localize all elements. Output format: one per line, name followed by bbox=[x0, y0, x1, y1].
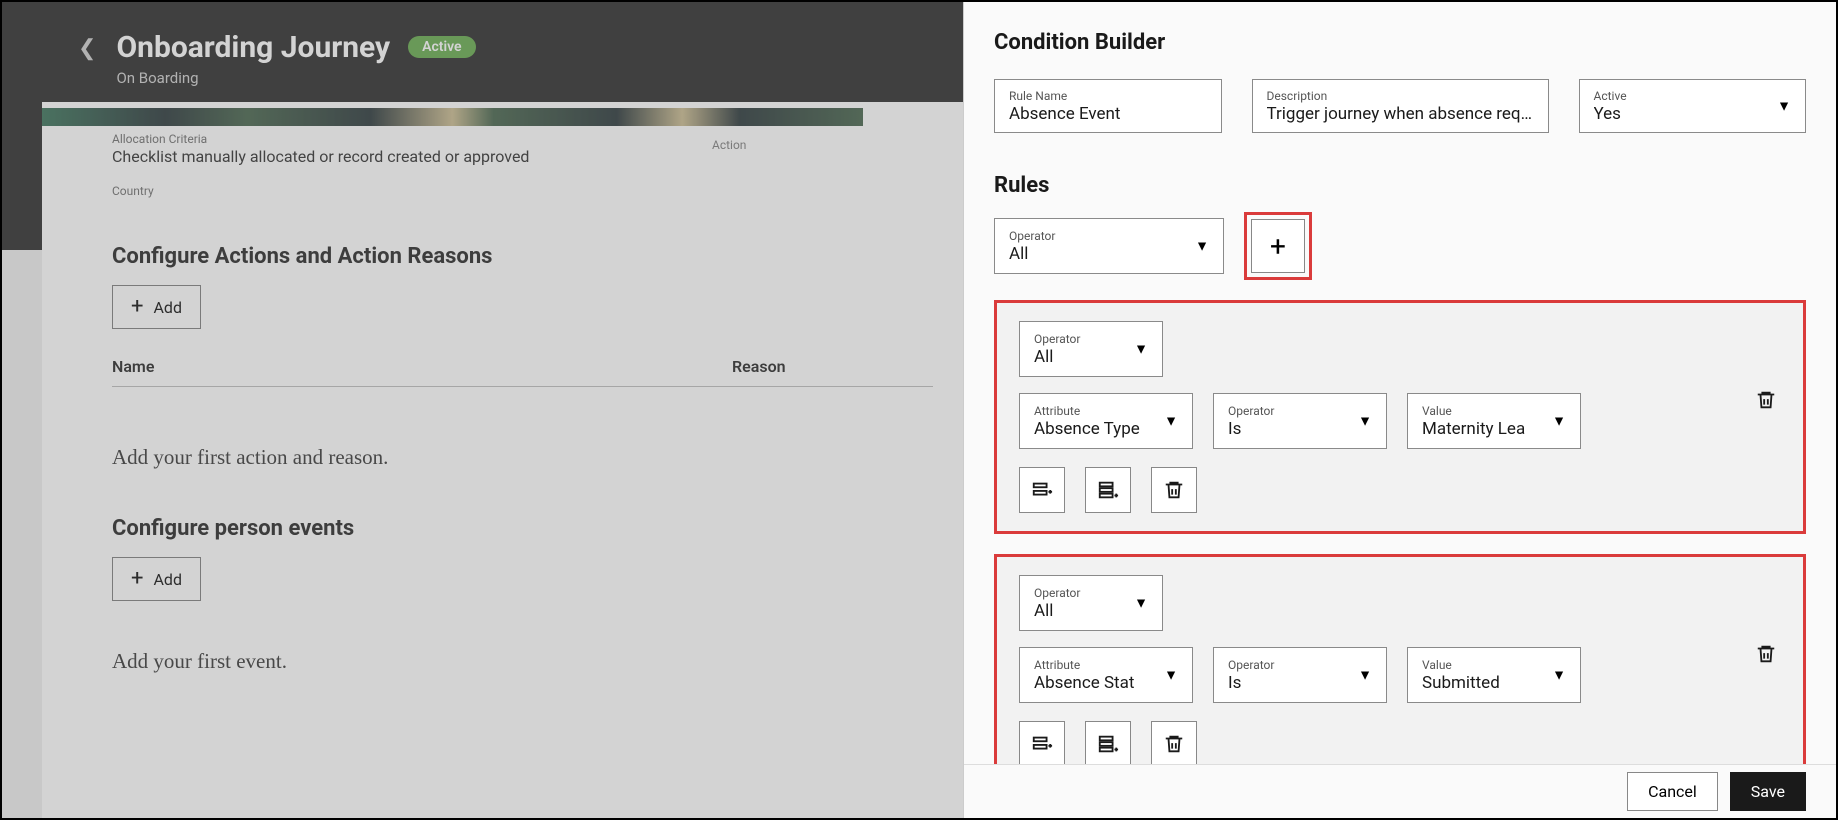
add-label-2: Add bbox=[153, 570, 181, 589]
page-header: ❮ Onboarding Journey Active On Boarding bbox=[2, 2, 963, 102]
save-button[interactable]: Save bbox=[1730, 772, 1806, 811]
allocation-criteria-value: Checklist manually allocated or record c… bbox=[112, 147, 933, 166]
condition-builder-title: Condition Builder bbox=[994, 30, 1806, 55]
delete-condition-button[interactable] bbox=[1151, 467, 1197, 513]
value-label: Value bbox=[1422, 404, 1566, 418]
status-badge: Active bbox=[408, 36, 475, 58]
group2-operator2-value: Is bbox=[1228, 673, 1372, 693]
col-name: Name bbox=[112, 357, 732, 376]
group1-attribute-field[interactable]: Attribute Absence Type ▼ bbox=[1019, 393, 1193, 449]
chevron-down-icon: ▼ bbox=[1195, 238, 1209, 255]
allocation-criteria-label: Allocation Criteria bbox=[112, 132, 933, 146]
add-group-button[interactable] bbox=[1085, 467, 1131, 513]
operator-label: Operator bbox=[1034, 586, 1148, 600]
delete-condition-button[interactable] bbox=[1151, 721, 1197, 767]
add-condition-button[interactable] bbox=[1019, 721, 1065, 767]
attribute-label: Attribute bbox=[1034, 658, 1178, 672]
group1-operator-field[interactable]: Operator All ▼ bbox=[1019, 321, 1163, 377]
operator-label: Operator bbox=[1228, 404, 1372, 418]
active-field[interactable]: Active Yes ▼ bbox=[1579, 79, 1807, 133]
back-icon[interactable]: ❮ bbox=[78, 36, 96, 61]
rule-name-field[interactable]: Rule Name Absence Event bbox=[994, 79, 1222, 133]
chevron-down-icon: ▼ bbox=[1552, 667, 1566, 684]
condition-builder-panel: Condition Builder Rule Name Absence Even… bbox=[963, 2, 1836, 818]
action-label: Action bbox=[712, 138, 746, 152]
delete-group-2-button[interactable] bbox=[1755, 643, 1777, 671]
operator-value: All bbox=[1009, 244, 1209, 264]
page-subtitle: On Boarding bbox=[116, 69, 475, 87]
highlight-box: + bbox=[1244, 212, 1312, 280]
section-actions-title: Configure Actions and Action Reasons bbox=[112, 244, 933, 269]
plus-icon: + bbox=[131, 568, 143, 590]
actions-table-header: Name Reason bbox=[112, 357, 933, 376]
group2-operator-value: All bbox=[1034, 601, 1148, 621]
delete-group-1-button[interactable] bbox=[1755, 389, 1777, 417]
add-action-button[interactable]: + Add bbox=[112, 285, 201, 329]
rules-title: Rules bbox=[994, 173, 1806, 198]
attribute-label: Attribute bbox=[1034, 404, 1178, 418]
events-placeholder: Add your first event. bbox=[112, 649, 933, 674]
group1-value-value: Maternity Lea bbox=[1422, 419, 1566, 439]
col-reason: Reason bbox=[732, 357, 933, 376]
decorative-strip bbox=[42, 108, 863, 126]
rule-name-label: Rule Name bbox=[1009, 89, 1207, 103]
group2-action-icons bbox=[1019, 721, 1781, 767]
add-group-button[interactable] bbox=[1085, 721, 1131, 767]
panel-footer: Cancel Save bbox=[964, 764, 1836, 818]
group1-operator-value: All bbox=[1034, 347, 1148, 367]
add-condition-button[interactable] bbox=[1019, 467, 1065, 513]
app-root: ❮ Onboarding Journey Active On Boarding … bbox=[2, 2, 1836, 818]
group2-operator2-field[interactable]: Operator Is ▼ bbox=[1213, 647, 1387, 703]
chevron-down-icon: ▼ bbox=[1777, 98, 1791, 115]
rule-group-2: Operator All ▼ Attribute Absence Stat ▼ … bbox=[994, 554, 1806, 788]
chevron-down-icon: ▼ bbox=[1134, 595, 1148, 612]
group1-operator2-value: Is bbox=[1228, 419, 1372, 439]
group1-value-field[interactable]: Value Maternity Lea ▼ bbox=[1407, 393, 1581, 449]
value-label: Value bbox=[1422, 658, 1566, 672]
group1-action-icons bbox=[1019, 467, 1781, 513]
active-value: Yes bbox=[1594, 104, 1792, 124]
chevron-down-icon: ▼ bbox=[1164, 413, 1178, 430]
group2-operator-field[interactable]: Operator All ▼ bbox=[1019, 575, 1163, 631]
add-event-button[interactable]: + Add bbox=[112, 557, 201, 601]
rule-name-value: Absence Event bbox=[1009, 104, 1207, 124]
active-label: Active bbox=[1594, 89, 1792, 103]
divider bbox=[112, 386, 933, 387]
group1-condition-row: Attribute Absence Type ▼ Operator Is ▼ V… bbox=[1019, 393, 1781, 449]
add-label: Add bbox=[153, 298, 181, 317]
group2-attribute-value: Absence Stat bbox=[1034, 673, 1178, 693]
operator-label: Operator bbox=[1009, 229, 1209, 243]
title-block: Onboarding Journey Active On Boarding bbox=[116, 30, 475, 87]
group2-attribute-field[interactable]: Attribute Absence Stat ▼ bbox=[1019, 647, 1193, 703]
operator-label: Operator bbox=[1228, 658, 1372, 672]
chevron-down-icon: ▼ bbox=[1358, 667, 1372, 684]
description-field[interactable]: Description Trigger journey when absence… bbox=[1252, 79, 1549, 133]
dark-gutter bbox=[2, 102, 42, 818]
description-label: Description bbox=[1267, 89, 1534, 103]
operator-label: Operator bbox=[1034, 332, 1148, 346]
left-content: Allocation Criteria Action Checklist man… bbox=[42, 108, 963, 818]
group2-value-value: Submitted bbox=[1422, 673, 1566, 693]
section-events-title: Configure person events bbox=[112, 516, 933, 541]
actions-placeholder: Add your first action and reason. bbox=[112, 445, 933, 470]
rule-group-1: Operator All ▼ Attribute Absence Type ▼ … bbox=[994, 300, 1806, 534]
group1-operator2-field[interactable]: Operator Is ▼ bbox=[1213, 393, 1387, 449]
group2-value-field[interactable]: Value Submitted ▼ bbox=[1407, 647, 1581, 703]
chevron-down-icon: ▼ bbox=[1358, 413, 1372, 430]
plus-icon: + bbox=[131, 296, 143, 318]
top-fields-row: Rule Name Absence Event Description Trig… bbox=[994, 79, 1806, 133]
country-label: Country bbox=[112, 184, 933, 198]
chevron-down-icon: ▼ bbox=[1134, 341, 1148, 358]
description-value: Trigger journey when absence reque bbox=[1267, 104, 1534, 124]
rules-top-row: Operator All ▼ + bbox=[994, 212, 1806, 280]
root-operator-field[interactable]: Operator All ▼ bbox=[994, 218, 1224, 274]
group1-attribute-value: Absence Type bbox=[1034, 419, 1178, 439]
group2-condition-row: Attribute Absence Stat ▼ Operator Is ▼ V… bbox=[1019, 647, 1781, 703]
chevron-down-icon: ▼ bbox=[1164, 667, 1178, 684]
cancel-button[interactable]: Cancel bbox=[1627, 772, 1718, 811]
left-panel: ❮ Onboarding Journey Active On Boarding … bbox=[2, 2, 963, 818]
add-rule-group-button[interactable]: + bbox=[1251, 219, 1305, 273]
page-title: Onboarding Journey bbox=[116, 30, 390, 65]
chevron-down-icon: ▼ bbox=[1552, 413, 1566, 430]
